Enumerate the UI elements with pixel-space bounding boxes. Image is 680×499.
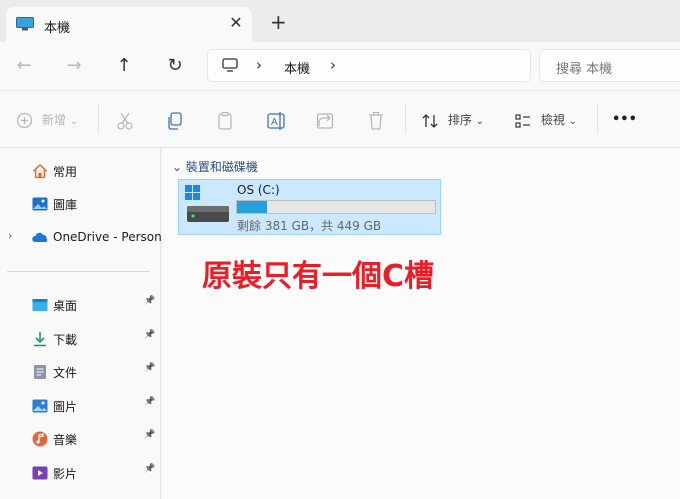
sidebar-item-label: 圖庫 bbox=[53, 198, 78, 212]
navigation-pane: 常用 圖庫 › OneDrive - Person 桌面 📌 下載 📌 文件 📌… bbox=[0, 148, 162, 499]
delete-button[interactable] bbox=[367, 109, 385, 131]
computer-icon bbox=[222, 58, 238, 72]
search-input[interactable]: 搜尋 本機 bbox=[539, 49, 680, 82]
sidebar-item-documents[interactable]: 文件 📌 bbox=[0, 359, 160, 385]
sort-icon bbox=[422, 113, 438, 128]
copy-button[interactable] bbox=[166, 109, 184, 131]
new-button[interactable]: 新增 ⌄ bbox=[16, 109, 78, 131]
rename-button[interactable]: A bbox=[266, 109, 286, 131]
title-bar: 本機 ✕ + bbox=[0, 0, 680, 42]
drive-c-tile[interactable]: OS (C:) 剩餘 381 GB，共 449 GB bbox=[178, 179, 441, 235]
clipboard-icon bbox=[218, 111, 232, 130]
download-icon bbox=[34, 332, 46, 347]
pin-icon[interactable]: 📌 bbox=[144, 464, 155, 474]
toolbar-divider bbox=[597, 104, 598, 134]
command-bar: 新增 ⌄ A 排序 ⌄ 檢視 ⌄ ••• bbox=[0, 90, 680, 148]
share-icon bbox=[316, 112, 334, 129]
address-bar: ← → ↑ ↻ › 本機 › 搜尋 本機 bbox=[0, 42, 680, 90]
scissors-icon bbox=[117, 112, 133, 130]
sort-button-label: 排序 bbox=[447, 113, 472, 127]
sidebar-item-label: 圖片 bbox=[53, 400, 78, 414]
home-icon bbox=[32, 163, 48, 179]
share-button[interactable] bbox=[316, 109, 334, 131]
chevron-down-icon: ⌄ bbox=[475, 116, 485, 127]
sidebar-item-onedrive[interactable]: › OneDrive - Person bbox=[0, 225, 162, 251]
pin-icon[interactable]: 📌 bbox=[144, 363, 155, 373]
drive-icon bbox=[185, 185, 229, 222]
sidebar-item-music[interactable]: 音樂 📌 bbox=[0, 426, 160, 452]
view-icon bbox=[515, 113, 530, 128]
rename-icon: A bbox=[267, 111, 285, 130]
pin-icon[interactable]: 📌 bbox=[144, 397, 155, 407]
drive-name: OS (C:) bbox=[237, 183, 280, 197]
sidebar-item-desktop[interactable]: 桌面 📌 bbox=[0, 292, 160, 318]
annotation-text: 原裝只有一個C槽 bbox=[202, 259, 435, 294]
sidebar-item-label: 桌面 bbox=[53, 299, 78, 313]
plus-circle-icon bbox=[16, 112, 33, 129]
chevron-down-icon: ⌄ bbox=[568, 116, 578, 127]
drive-free-space: 剩餘 381 GB，共 449 GB bbox=[237, 219, 382, 233]
more-options-icon[interactable]: ••• bbox=[612, 109, 637, 131]
chevron-right-icon[interactable]: › bbox=[8, 229, 12, 242]
search-placeholder: 搜尋 本機 bbox=[556, 62, 613, 77]
close-tab-icon[interactable]: ✕ bbox=[226, 13, 246, 32]
sidebar-item-videos[interactable]: 影片 📌 bbox=[0, 460, 160, 486]
pin-icon[interactable]: 📌 bbox=[144, 296, 155, 306]
videos-icon bbox=[32, 466, 48, 480]
pin-icon[interactable]: 📌 bbox=[144, 430, 155, 440]
toolbar-divider bbox=[98, 104, 99, 134]
onedrive-icon bbox=[32, 232, 48, 242]
up-icon[interactable]: ↑ bbox=[112, 54, 136, 78]
chevron-right-icon[interactable]: › bbox=[256, 56, 262, 74]
breadcrumb[interactable]: › 本機 › bbox=[207, 49, 531, 82]
desktop-icon bbox=[32, 299, 48, 311]
breadcrumb-item-this-pc[interactable]: 本機 bbox=[284, 58, 310, 77]
trash-icon bbox=[369, 111, 383, 130]
sidebar-item-label: OneDrive - Person bbox=[53, 230, 162, 244]
sidebar-item-label: 常用 bbox=[53, 165, 78, 179]
sidebar-item-label: 下載 bbox=[53, 333, 78, 347]
back-icon[interactable]: ← bbox=[12, 54, 36, 78]
gallery-icon bbox=[32, 197, 48, 211]
paste-button[interactable] bbox=[216, 109, 234, 131]
sidebar-item-gallery[interactable]: 圖庫 bbox=[0, 191, 160, 217]
new-button-label: 新增 bbox=[41, 113, 66, 127]
sort-button[interactable]: 排序 ⌄ bbox=[421, 109, 484, 131]
new-tab-button[interactable]: + bbox=[270, 12, 287, 32]
sidebar-item-pictures[interactable]: 圖片 📌 bbox=[0, 393, 160, 419]
tab-this-pc[interactable]: 本機 ✕ bbox=[6, 7, 252, 42]
monitor-icon bbox=[16, 17, 34, 31]
view-button-label: 檢視 bbox=[540, 113, 565, 127]
sidebar-divider bbox=[7, 271, 150, 272]
pictures-icon bbox=[32, 399, 48, 413]
copy-icon bbox=[168, 111, 182, 130]
drive-usage-fill bbox=[237, 201, 267, 213]
sidebar-item-label: 影片 bbox=[53, 467, 78, 481]
refresh-icon[interactable]: ↻ bbox=[163, 54, 187, 78]
view-button[interactable]: 檢視 ⌄ bbox=[514, 109, 577, 131]
toolbar-divider bbox=[405, 104, 406, 134]
tab-title: 本機 bbox=[44, 21, 71, 36]
sidebar-item-home[interactable]: 常用 bbox=[0, 158, 160, 184]
chevron-right-icon[interactable]: › bbox=[330, 56, 336, 74]
group-header-devices[interactable]: ⌄ 裝置和磁碟機 bbox=[172, 158, 258, 175]
documents-icon bbox=[34, 365, 46, 379]
file-view: ⌄ 裝置和磁碟機 OS (C:) 剩餘 381 GB，共 449 GB 原裝只有… bbox=[162, 148, 680, 499]
sidebar-item-downloads[interactable]: 下載 📌 bbox=[0, 326, 160, 352]
drive-usage-bar bbox=[236, 200, 436, 214]
forward-icon[interactable]: → bbox=[62, 54, 86, 78]
sidebar-item-label: 文件 bbox=[53, 366, 78, 380]
pin-icon[interactable]: 📌 bbox=[144, 330, 155, 340]
cut-button[interactable] bbox=[116, 109, 134, 131]
music-icon bbox=[32, 431, 48, 447]
svg-text:A: A bbox=[271, 117, 278, 128]
chevron-down-icon: ⌄ bbox=[69, 116, 79, 127]
sidebar-item-label: 音樂 bbox=[53, 433, 78, 447]
